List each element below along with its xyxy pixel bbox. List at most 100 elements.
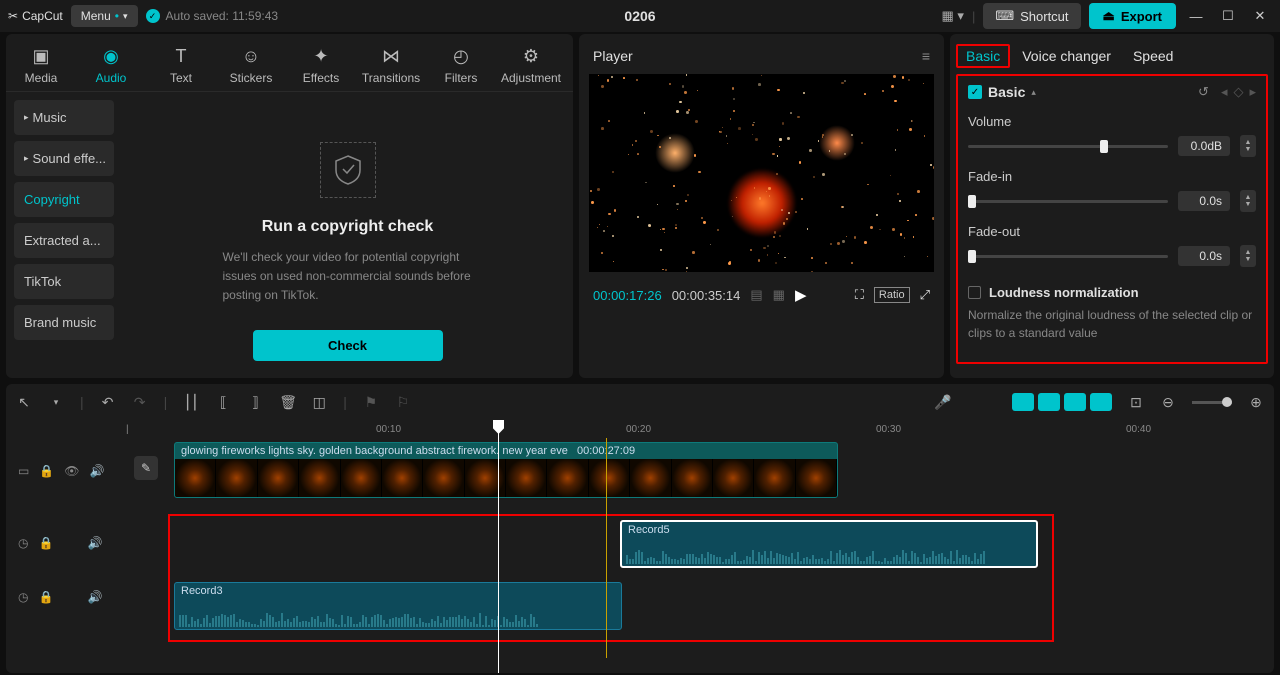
timeline-ruler[interactable]: | 00:10 00:20 00:30 00:40 bbox=[126, 420, 1264, 440]
clock-icon[interactable]: ◷ bbox=[18, 590, 28, 604]
transitions-icon: ⋈ bbox=[382, 46, 400, 67]
volume-slider[interactable] bbox=[968, 145, 1168, 148]
grid-icon[interactable]: ▦ bbox=[773, 287, 785, 303]
mute-icon[interactable]: 🔊 bbox=[87, 590, 102, 604]
maximize-button[interactable]: ☐ bbox=[1216, 4, 1240, 28]
crop-icon[interactable]: ⛶ bbox=[855, 287, 864, 303]
sidebar-item-tiktok[interactable]: TikTok bbox=[14, 264, 114, 299]
snap-group bbox=[1012, 393, 1112, 411]
cursor-tool[interactable]: ↖ bbox=[16, 394, 32, 411]
media-panel: ▣Media ◉Audio TText ☺Stickers ✦Effects ⋈… bbox=[6, 34, 573, 378]
clock-icon[interactable]: ◷ bbox=[18, 536, 28, 550]
time-total: 00:00:35:14 bbox=[672, 288, 741, 303]
video-track[interactable]: glowing fireworks lights sky. golden bac… bbox=[126, 442, 1264, 500]
tab-stickers[interactable]: ☺Stickers bbox=[216, 40, 286, 91]
tab-transitions[interactable]: ⋈Transitions bbox=[356, 40, 426, 91]
trim-left-tool[interactable]: ⟦ bbox=[215, 394, 231, 411]
keyframe-icon[interactable]: ◇ bbox=[1233, 84, 1243, 100]
tab-media[interactable]: ▣Media bbox=[6, 40, 76, 91]
layout-icon[interactable]: ▦ ▾ bbox=[942, 8, 964, 24]
player-title: Player bbox=[593, 48, 633, 64]
redo-button[interactable]: ↷ bbox=[132, 394, 148, 411]
player-menu-icon[interactable]: ≡ bbox=[922, 48, 930, 64]
marker-tool[interactable]: ◫ bbox=[311, 394, 327, 411]
playhead[interactable] bbox=[498, 420, 499, 673]
properties-panel: Basic Voice changer Speed ✓ Basic ▴ ↺ ◂ … bbox=[950, 34, 1274, 378]
zoom-slider[interactable] bbox=[1192, 401, 1232, 404]
lock-icon[interactable]: 🔒 bbox=[38, 536, 53, 550]
fadein-slider[interactable] bbox=[968, 200, 1168, 203]
snap-2[interactable] bbox=[1038, 393, 1060, 411]
loudness-desc: Normalize the original loudness of the s… bbox=[968, 306, 1256, 342]
trim-right-tool[interactable]: ⟧ bbox=[247, 394, 263, 411]
preview-icon[interactable]: ⊡ bbox=[1128, 394, 1144, 411]
fadein-value[interactable]: 0.0s bbox=[1178, 191, 1230, 211]
lock-icon[interactable]: 🔒 bbox=[39, 464, 54, 478]
pencil-button[interactable]: ✎ bbox=[134, 456, 158, 480]
sidebar-item-brand-music[interactable]: Brand music bbox=[14, 305, 114, 340]
shortcut-button[interactable]: ⌨ Shortcut bbox=[983, 3, 1080, 29]
mute-icon[interactable]: 🔊 bbox=[87, 536, 102, 550]
mic-icon[interactable]: 🎤 bbox=[934, 394, 950, 411]
lock-icon[interactable]: 🔒 bbox=[38, 590, 53, 604]
flag2-tool[interactable]: ⚐ bbox=[395, 394, 411, 411]
loudness-checkbox[interactable] bbox=[968, 286, 981, 299]
flag-tool[interactable]: ⚑ bbox=[363, 394, 379, 411]
chevron-right-icon: ▸ bbox=[24, 153, 29, 164]
ratio-button[interactable]: Ratio bbox=[874, 287, 910, 303]
export-button[interactable]: ⏏ Export bbox=[1089, 3, 1176, 29]
cursor-dropdown[interactable]: ▾ bbox=[48, 397, 64, 408]
check-button[interactable]: Check bbox=[253, 330, 443, 361]
video-clip[interactable]: glowing fireworks lights sky. golden bac… bbox=[174, 442, 838, 498]
track-collapse-icon[interactable]: ▭ bbox=[18, 464, 29, 478]
sidebar-item-music[interactable]: ▸Music bbox=[14, 100, 114, 135]
zoom-out-icon[interactable]: ⊖ bbox=[1160, 394, 1176, 411]
fadeout-stepper[interactable]: ▲▼ bbox=[1240, 245, 1256, 267]
audio-track-1[interactable]: Record5 bbox=[126, 520, 1264, 572]
audio-track-2[interactable]: Record3 bbox=[126, 582, 1264, 634]
player-video[interactable]: /* noop placeholder preserved */ bbox=[589, 74, 934, 272]
fadeout-slider[interactable] bbox=[968, 255, 1168, 258]
zoom-in-icon[interactable]: ⊕ bbox=[1248, 394, 1264, 411]
collapse-icon[interactable]: ▴ bbox=[1031, 87, 1036, 98]
fadein-stepper[interactable]: ▲▼ bbox=[1240, 190, 1256, 212]
volume-value[interactable]: 0.0dB bbox=[1178, 136, 1230, 156]
play-button[interactable]: ▶ bbox=[795, 286, 807, 304]
props-tab-basic[interactable]: Basic bbox=[956, 44, 1010, 68]
volume-stepper[interactable]: ▲▼ bbox=[1240, 135, 1256, 157]
reset-icon[interactable]: ↺ bbox=[1198, 84, 1209, 100]
delete-tool[interactable]: 🗑 bbox=[279, 394, 295, 411]
close-button[interactable]: ✕ bbox=[1248, 4, 1272, 28]
props-tab-speed[interactable]: Speed bbox=[1133, 48, 1173, 64]
player-panel: Player ≡ /* noop placeholder preserved *… bbox=[579, 34, 944, 378]
prev-keyframe-icon[interactable]: ◂ bbox=[1221, 84, 1228, 100]
next-keyframe-icon[interactable]: ▸ bbox=[1249, 84, 1256, 100]
sidebar-item-sound-effects[interactable]: ▸Sound effe... bbox=[14, 141, 114, 176]
tracks-area: glowing fireworks lights sky. golden bac… bbox=[126, 442, 1264, 634]
snap-4[interactable] bbox=[1090, 393, 1112, 411]
eye-icon[interactable]: 👁 bbox=[64, 464, 79, 478]
undo-button[interactable]: ↶ bbox=[100, 394, 116, 411]
fullscreen-icon[interactable]: ⤢ bbox=[920, 287, 930, 303]
sidebar-item-extracted[interactable]: Extracted a... bbox=[14, 223, 114, 258]
list-icon[interactable]: ▤ bbox=[750, 287, 762, 303]
tab-filters[interactable]: ◴Filters bbox=[426, 40, 496, 91]
audio-clip-record3[interactable]: Record3 bbox=[174, 582, 622, 630]
timeline: | 00:10 00:20 00:30 00:40 ✎ ▭ 🔒 👁 🔊 ◷ 🔒 … bbox=[6, 420, 1274, 673]
props-tab-voice[interactable]: Voice changer bbox=[1022, 48, 1111, 64]
tab-adjustment[interactable]: ⚙Adjustment bbox=[496, 40, 566, 91]
tab-audio[interactable]: ◉Audio bbox=[76, 40, 146, 91]
audio-clip-record5[interactable]: Record5 bbox=[620, 520, 1038, 568]
mute-icon[interactable]: 🔊 bbox=[90, 464, 105, 478]
fadeout-value[interactable]: 0.0s bbox=[1178, 246, 1230, 266]
tab-effects[interactable]: ✦Effects bbox=[286, 40, 356, 91]
snap-1[interactable] bbox=[1012, 393, 1034, 411]
snap-3[interactable] bbox=[1064, 393, 1086, 411]
minimize-button[interactable]: — bbox=[1184, 4, 1208, 28]
menu-button[interactable]: Menu•▾ bbox=[71, 5, 138, 27]
split-tool[interactable]: ⎮⎮ bbox=[183, 394, 199, 411]
autosave-status: ✓ Auto saved: 11:59:43 bbox=[146, 9, 279, 23]
tab-text[interactable]: TText bbox=[146, 40, 216, 91]
basic-checkbox[interactable]: ✓ bbox=[968, 85, 982, 99]
sidebar-item-copyright[interactable]: Copyright bbox=[14, 182, 114, 217]
